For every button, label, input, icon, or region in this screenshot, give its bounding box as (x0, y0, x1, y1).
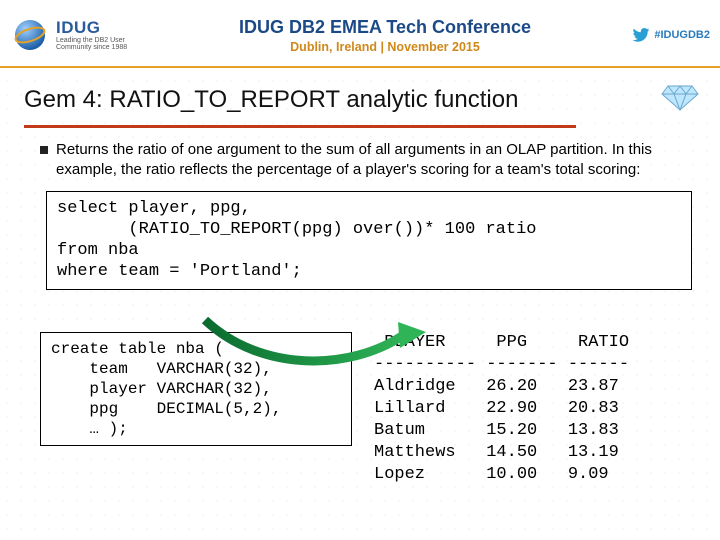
title-row: Gem 4: RATIO_TO_REPORT analytic function (0, 68, 720, 123)
globe-icon (10, 15, 50, 55)
arrow-icon (200, 312, 430, 372)
logo-tagline: Leading the DB2 User Community since 198… (56, 37, 151, 52)
twitter-icon (632, 28, 650, 42)
diamond-icon (660, 82, 700, 117)
banner-title: IDUG DB2 EMEA Tech Conference (160, 17, 610, 38)
bullet-item: Returns the ratio of one argument to the… (40, 140, 692, 181)
slide-title: Gem 4: RATIO_TO_REPORT analytic function (24, 86, 660, 114)
hashtag-area: #IDUGDB2 (610, 28, 710, 42)
logo-text: IDUG (56, 19, 151, 37)
sql-query-box: select player, ppg, (RATIO_TO_REPORT(ppg… (46, 191, 692, 290)
banner-subtitle: Dublin, Ireland | November 2015 (160, 40, 610, 54)
bullet-icon (40, 146, 48, 154)
bullet-text: Returns the ratio of one argument to the… (56, 140, 692, 181)
banner-center: IDUG DB2 EMEA Tech Conference Dublin, Ir… (160, 17, 610, 54)
idug-logo: IDUG Leading the DB2 User Community sinc… (10, 15, 160, 55)
slide-header: IDUG Leading the DB2 User Community sinc… (0, 0, 720, 68)
slide-body: Returns the ratio of one argument to the… (0, 128, 720, 486)
hashtag-text: #IDUGDB2 (654, 29, 710, 41)
